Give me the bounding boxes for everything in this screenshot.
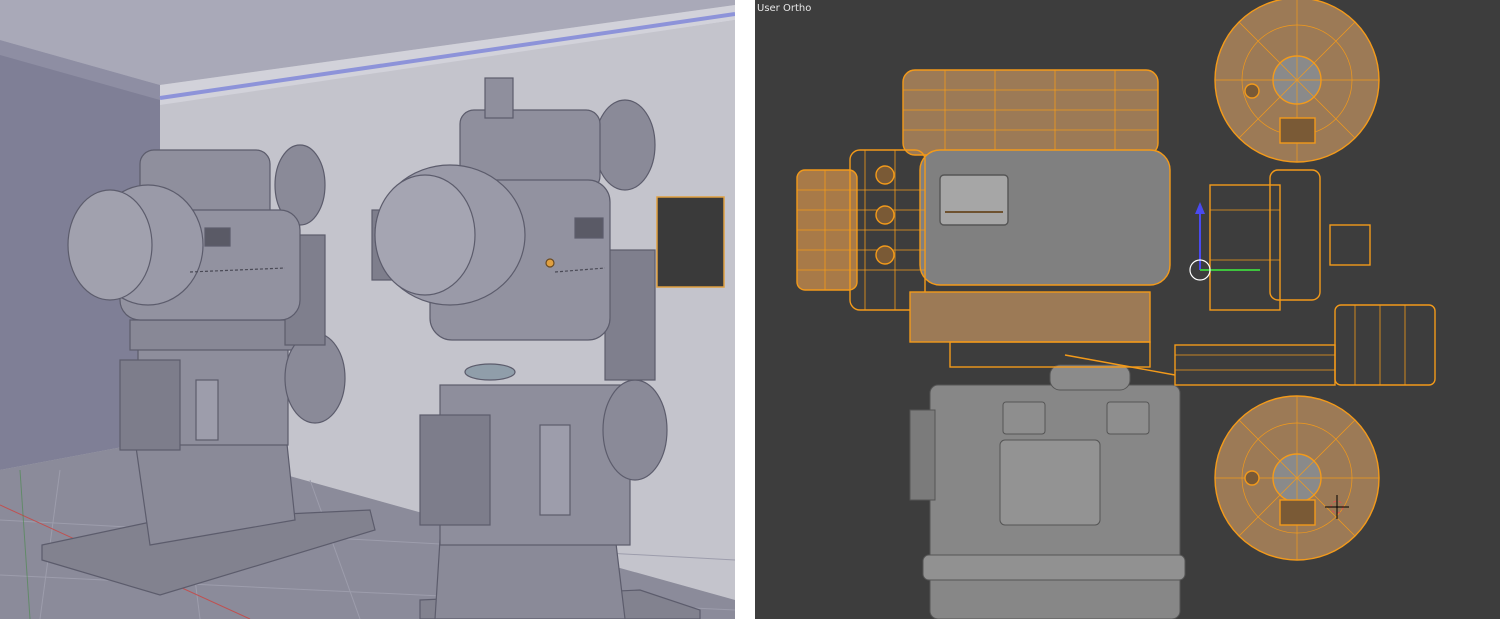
viewport-divider: [735, 0, 755, 619]
top-reel: [1214, 0, 1380, 163]
scene-perspective: [0, 0, 735, 619]
scene-ortho: [796, 0, 1436, 619]
bottom-reel: [1214, 395, 1380, 561]
transform-gizmo: [1189, 202, 1260, 281]
viewport-perspective[interactable]: [0, 0, 735, 619]
projector-base: [909, 364, 1186, 619]
viewport-ortho[interactable]: User Ortho: [755, 0, 1500, 619]
